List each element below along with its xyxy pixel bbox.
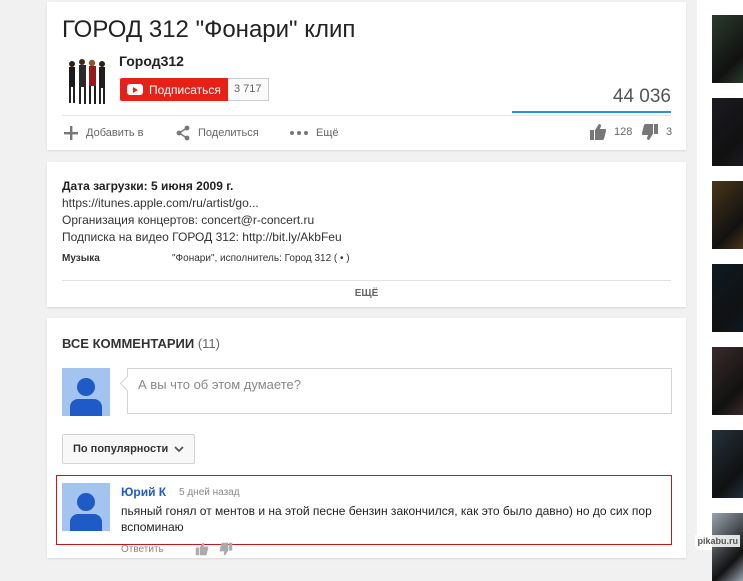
youtube-logo-icon — [127, 84, 143, 95]
comment-placeholder: А вы что об этом думаете? — [138, 377, 301, 392]
avatar-head-icon — [77, 378, 95, 396]
comments-count: (11) — [197, 336, 220, 351]
related-video-thumbnail[interactable] — [712, 347, 743, 415]
video-info-card: ГОРОД 312 "Фонари" клип Город312 Подписа… — [47, 2, 686, 150]
share-icon — [176, 125, 190, 141]
view-count: 44 036 — [612, 86, 671, 107]
sort-label: По популярности — [73, 443, 169, 455]
plus-icon — [64, 126, 78, 140]
sentiment-bar — [512, 111, 671, 113]
related-videos-sidebar — [697, 0, 743, 581]
comment-input[interactable]: А вы что об этом думаете? — [127, 368, 672, 414]
divider — [62, 280, 671, 281]
avatar-head-icon — [77, 493, 95, 511]
add-to-label: Добавить в — [86, 127, 144, 139]
description-line: Подписка на видео ГОРОД 312: http://bit.… — [62, 230, 342, 244]
divider — [62, 115, 671, 116]
watermark: pikabu.ru — [695, 535, 740, 547]
share-button[interactable]: Поделиться — [175, 125, 259, 141]
subscriber-count: 3 717 — [228, 78, 269, 101]
music-meta-value: "Фонари", исполнитель: Город 312 ( • ) — [172, 253, 350, 264]
like-count: 128 — [614, 126, 633, 138]
comment-author-avatar[interactable] — [62, 483, 110, 531]
dislike-button[interactable]: 3 — [641, 123, 672, 141]
related-video-thumbnail[interactable] — [712, 430, 743, 498]
dislike-count: 3 — [666, 126, 673, 138]
chevron-down-icon — [174, 445, 184, 452]
thumbs-down-icon — [641, 124, 658, 140]
upload-date: Дата загрузки: 5 июня 2009 г. — [62, 179, 234, 193]
more-dots-icon — [290, 131, 308, 135]
related-video-thumbnail[interactable] — [712, 181, 743, 249]
subscribe-button[interactable]: Подписаться — [120, 78, 229, 101]
share-label: Поделиться — [198, 127, 259, 139]
band-photo-icon — [65, 52, 109, 106]
subscribe-label: Подписаться — [149, 82, 221, 97]
comments-heading-label: Все комментарии — [62, 336, 195, 351]
related-video-thumbnail[interactable] — [712, 513, 743, 581]
sort-dropdown[interactable]: По популярности — [62, 434, 196, 464]
music-meta-label: Музыка — [62, 253, 100, 264]
thumbs-up-icon[interactable] — [195, 542, 209, 556]
related-video-thumbnail[interactable] — [712, 264, 743, 332]
related-video-thumbnail[interactable] — [712, 98, 743, 166]
add-to-button[interactable]: Добавить в — [63, 125, 144, 141]
avatar-body-icon — [70, 514, 102, 531]
comments-card: Все комментарии (11) А вы что об этом ду… — [47, 318, 686, 558]
show-more-button[interactable]: ЕЩЁ — [47, 288, 686, 299]
more-actions-button[interactable]: Ещё — [289, 125, 339, 141]
thumbs-down-icon[interactable] — [219, 542, 233, 556]
comment-author[interactable]: Юрий К — [121, 485, 166, 499]
description-link[interactable]: https://itunes.apple.com/ru/artist/go... — [62, 196, 259, 210]
avatar-body-icon — [70, 399, 102, 416]
related-video-thumbnail[interactable] — [712, 15, 743, 83]
description-card: Дата загрузки: 5 июня 2009 г. https://it… — [47, 162, 686, 307]
thumbs-up-icon — [590, 124, 607, 140]
comment-text: пьяный гонял от ментов и на этой песне б… — [121, 504, 652, 534]
comments-heading: Все комментарии (11) — [62, 336, 220, 351]
user-avatar — [62, 368, 110, 416]
comment-timestamp[interactable]: 5 дней назад — [179, 487, 240, 498]
more-label: Ещё — [316, 127, 339, 139]
like-button[interactable]: 128 — [589, 123, 632, 141]
channel-thumbnail[interactable] — [65, 52, 109, 106]
description-line: Организация концертов: concert@r-concert… — [62, 213, 315, 227]
video-title: ГОРОД 312 "Фонари" клип — [62, 16, 356, 43]
channel-name[interactable]: Город312 — [119, 53, 184, 69]
